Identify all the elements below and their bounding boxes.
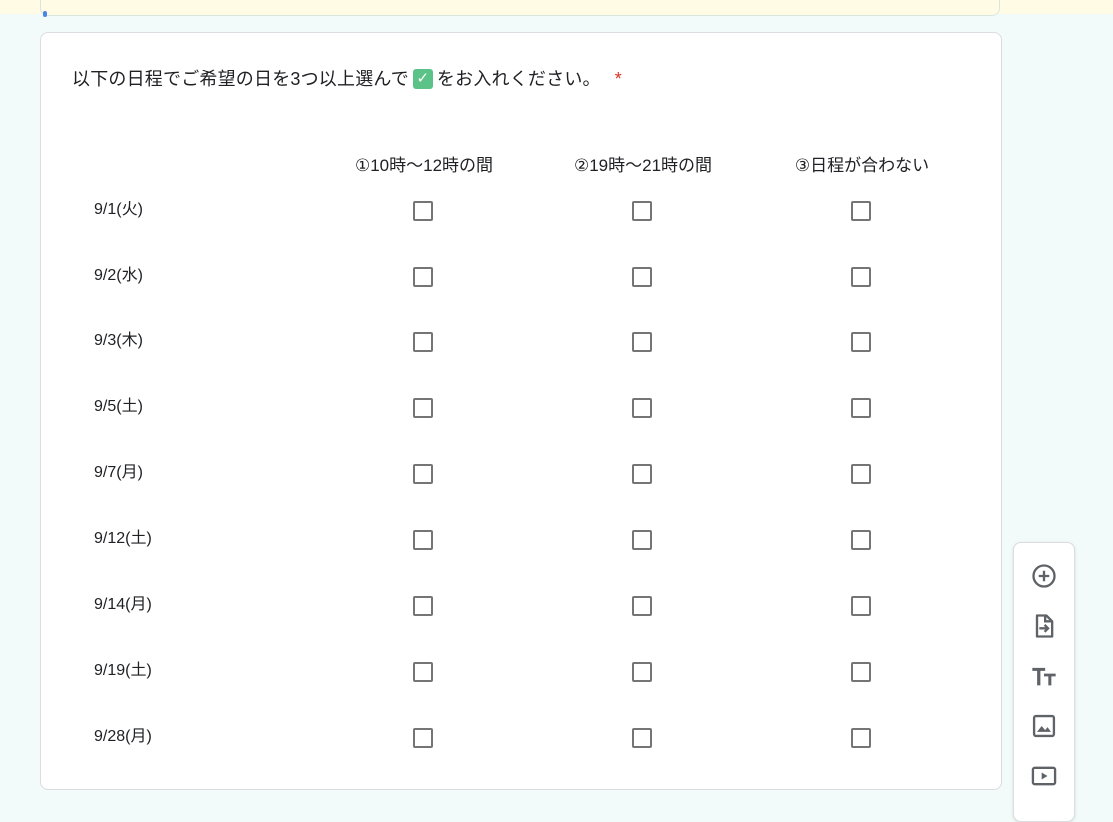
- row-label: 9/5(土): [94, 398, 143, 415]
- check-mark-emoji-icon: ✓: [412, 69, 433, 89]
- add-question-icon: [1032, 564, 1056, 588]
- grid-checkbox-r7-c1[interactable]: [413, 596, 433, 616]
- grid-checkbox-r1-c1[interactable]: [413, 201, 433, 221]
- add-video-icon: [1031, 766, 1057, 786]
- floating-toolbar: [1013, 542, 1075, 822]
- required-asterisk: *: [614, 69, 622, 89]
- grid-checkbox-r8-c1[interactable]: [413, 662, 433, 682]
- question-title: 以下の日程でご希望の日を3つ以上選んで ✓ をお入れください。 *: [72, 67, 622, 91]
- row-label: 9/28(月): [94, 728, 152, 745]
- column-header-2: ②19時〜21時の間: [573, 156, 713, 175]
- grid-checkbox-r6-c1[interactable]: [413, 530, 433, 550]
- row-label: 9/2(水): [94, 267, 143, 284]
- add-title-button[interactable]: [1028, 660, 1060, 692]
- row-label: 9/3(木): [94, 332, 143, 349]
- add-image-icon: [1032, 714, 1056, 738]
- question-text-before: 以下の日程でご希望の日を3つ以上選んで: [72, 69, 409, 89]
- grid-checkbox-r8-c3[interactable]: [851, 662, 871, 682]
- active-edge-indicator: [43, 11, 47, 17]
- grid-checkbox-r7-c3[interactable]: [851, 596, 871, 616]
- row-label: 9/19(土): [94, 662, 152, 679]
- column-header-1: ①10時〜12時の間: [354, 156, 494, 175]
- row-label: 9/7(月): [94, 464, 143, 481]
- grid-checkbox-r1-c2[interactable]: [632, 201, 652, 221]
- row-label: 9/1(火): [94, 201, 143, 218]
- grid-checkbox-r3-c1[interactable]: [413, 332, 433, 352]
- grid-checkbox-r5-c3[interactable]: [851, 464, 871, 484]
- grid-checkbox-r6-c3[interactable]: [851, 530, 871, 550]
- grid-checkbox-r7-c2[interactable]: [632, 596, 652, 616]
- add-title-icon: [1032, 667, 1056, 686]
- grid-checkbox-r3-c2[interactable]: [632, 332, 652, 352]
- grid-checkbox-r4-c2[interactable]: [632, 398, 652, 418]
- grid-checkbox-r5-c1[interactable]: [413, 464, 433, 484]
- grid-checkbox-r6-c2[interactable]: [632, 530, 652, 550]
- grid-checkbox-r4-c3[interactable]: [851, 398, 871, 418]
- grid-checkbox-r9-c2[interactable]: [632, 728, 652, 748]
- grid-checkbox-r2-c1[interactable]: [413, 267, 433, 287]
- grid-checkbox-r3-c3[interactable]: [851, 332, 871, 352]
- add-video-button[interactable]: [1028, 760, 1060, 792]
- grid-checkbox-r2-c3[interactable]: [851, 267, 871, 287]
- grid-checkbox-r1-c3[interactable]: [851, 201, 871, 221]
- row-label: 9/14(月): [94, 596, 152, 613]
- grid-checkbox-r8-c2[interactable]: [632, 662, 652, 682]
- grid-checkbox-r9-c1[interactable]: [413, 728, 433, 748]
- grid-checkbox-r4-c1[interactable]: [413, 398, 433, 418]
- add-image-button[interactable]: [1028, 710, 1060, 742]
- previous-question-card[interactable]: [40, 0, 1000, 17]
- grid-checkbox-r2-c2[interactable]: [632, 267, 652, 287]
- grid-checkbox-r9-c3[interactable]: [851, 728, 871, 748]
- grid-checkbox-r5-c2[interactable]: [632, 464, 652, 484]
- add-question-button[interactable]: [1028, 560, 1060, 592]
- grid-question-card[interactable]: 以下の日程でご希望の日を3つ以上選んで ✓ をお入れください。 * ①10時〜1…: [40, 32, 1002, 790]
- import-questions-button[interactable]: [1028, 610, 1060, 642]
- row-label: 9/12(土): [94, 530, 152, 547]
- column-header-3: ③日程が合わない: [794, 156, 930, 175]
- import-questions-icon: [1035, 614, 1054, 638]
- question-text-after: をお入れください。: [436, 69, 601, 89]
